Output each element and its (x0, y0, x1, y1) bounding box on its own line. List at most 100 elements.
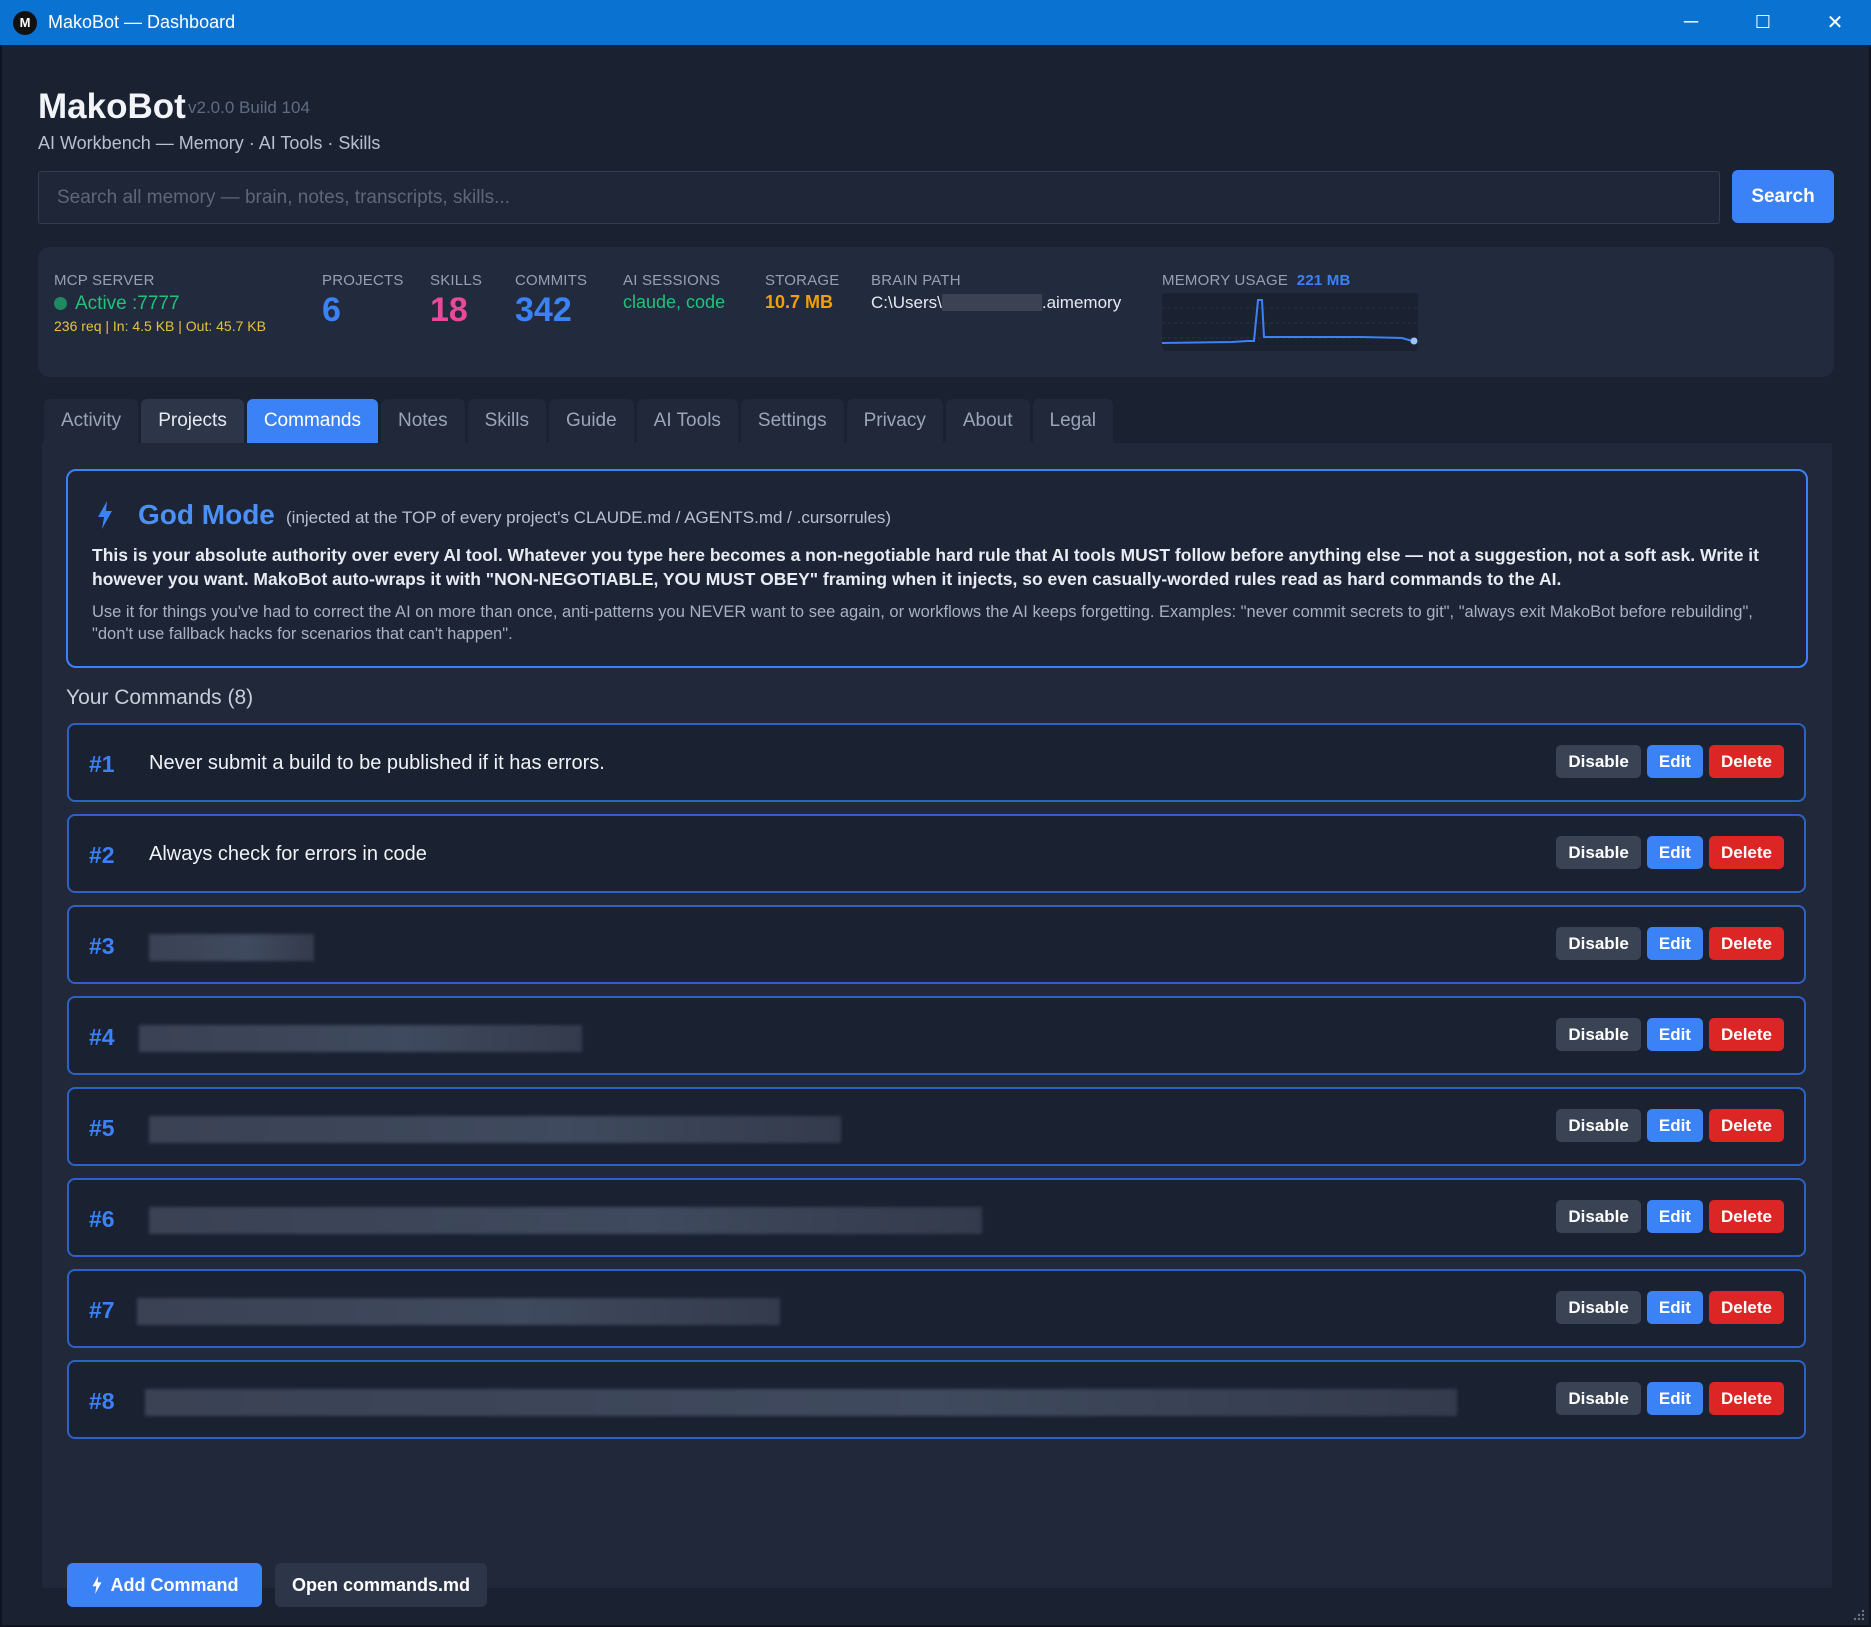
commands-panel: God Mode (injected at the TOP of every p… (42, 443, 1832, 1607)
delete-button[interactable]: Delete (1708, 745, 1784, 778)
command-text: Never submit a build to be published if … (149, 752, 605, 774)
redacted-command-text (139, 1025, 582, 1052)
command-actions: Disable Edit Delete (1556, 1200, 1784, 1233)
disable-button[interactable]: Disable (1556, 1109, 1641, 1142)
tab-about[interactable]: About (945, 399, 1030, 443)
disable-button[interactable]: Disable (1556, 1291, 1641, 1324)
app-name: MakoBot (38, 87, 186, 126)
delete-button[interactable]: Delete (1708, 1109, 1784, 1142)
command-actions: Disable Edit Delete (1556, 927, 1784, 960)
stat-label: SKILLS (430, 272, 483, 289)
brain-path-suffix: .aimemory (1041, 293, 1122, 312)
stat-value: 6 (322, 291, 341, 329)
redacted-text (941, 294, 1042, 311)
stat-label: STORAGE (765, 272, 840, 289)
edit-button[interactable]: Edit (1646, 1291, 1703, 1324)
stat-ai-sessions: AI SESSIONS claude, code (623, 272, 725, 313)
tab-activity[interactable]: Activity (44, 399, 139, 443)
add-command-label: Add Command (110, 1574, 239, 1595)
window-controls: ─ ☐ ✕ (1655, 0, 1871, 45)
command-row: #8 Disable Edit Delete (67, 1360, 1806, 1439)
edit-button[interactable]: Edit (1646, 745, 1703, 778)
tab-projects[interactable]: Projects (141, 399, 244, 443)
stat-label: AI SESSIONS (623, 272, 721, 289)
god-mode-title: God Mode (138, 499, 275, 530)
bolt-icon (92, 1576, 101, 1594)
command-row: #2 Always check for errors in code Disabl… (67, 814, 1806, 893)
search-button[interactable]: Search (1732, 170, 1834, 223)
redacted-command-text (149, 934, 314, 961)
edit-button[interactable]: Edit (1646, 1382, 1703, 1415)
stat-label: MCP SERVER (54, 272, 155, 289)
open-commands-md-button[interactable]: Open commands.md (275, 1563, 487, 1607)
window-titlebar: M MakoBot — Dashboard ─ ☐ ✕ (0, 0, 1871, 45)
disable-button[interactable]: Disable (1556, 1200, 1641, 1233)
command-actions: Disable Edit Delete (1556, 745, 1784, 778)
tab-legal[interactable]: Legal (1032, 399, 1114, 443)
edit-button[interactable]: Edit (1646, 1200, 1703, 1233)
redacted-command-text (149, 1207, 982, 1234)
edit-button[interactable]: Edit (1646, 1018, 1703, 1051)
command-row: #6 Disable Edit Delete (67, 1178, 1806, 1257)
brain-path-value: C:\Users\ .aimemory (871, 293, 1121, 313)
command-number: #4 (89, 1024, 115, 1050)
app-version: v2.0.0 Build 104 (188, 98, 310, 117)
god-mode-note: (injected at the TOP of every project's … (286, 508, 892, 527)
stat-label: BRAIN PATH (871, 272, 961, 289)
minimize-button[interactable]: ─ (1655, 0, 1727, 45)
tab-settings[interactable]: Settings (740, 399, 844, 443)
tab-notes[interactable]: Notes (380, 399, 465, 443)
search-input[interactable] (38, 171, 1720, 224)
delete-button[interactable]: Delete (1708, 1291, 1784, 1324)
window-title: MakoBot — Dashboard (48, 12, 236, 32)
god-mode-card: God Mode (injected at the TOP of every p… (66, 469, 1808, 668)
stat-value: 10.7 MB (765, 292, 834, 312)
tab-guide[interactable]: Guide (548, 399, 634, 443)
edit-button[interactable]: Edit (1646, 1109, 1703, 1142)
tab-bar: Activity Projects Commands Notes Skills … (44, 399, 1114, 443)
stat-brain-path: BRAIN PATH C:\Users\ .aimemory (871, 272, 1121, 313)
stat-label: PROJECTS (322, 272, 404, 289)
tab-ai-tools[interactable]: AI Tools (636, 399, 738, 443)
disable-button[interactable]: Disable (1556, 745, 1641, 778)
tab-privacy[interactable]: Privacy (846, 399, 943, 443)
edit-button[interactable]: Edit (1646, 836, 1703, 869)
command-actions: Disable Edit Delete (1556, 836, 1784, 869)
delete-button[interactable]: Delete (1708, 1382, 1784, 1415)
stat-value: 342 (515, 291, 572, 329)
disable-button[interactable]: Disable (1556, 1018, 1641, 1051)
command-row: #7 Disable Edit Delete (67, 1269, 1806, 1348)
add-command-button[interactable]: Add Command (67, 1563, 262, 1607)
stats-panel: MCP SERVER Active :7777 236 req | In: 4.… (38, 247, 1834, 377)
command-number: #1 (89, 751, 115, 777)
sparkline-endpoint (1410, 337, 1418, 345)
memory-value: 221 MB (1296, 272, 1351, 289)
redacted-command-text (137, 1298, 780, 1325)
disable-button[interactable]: Disable (1556, 927, 1641, 960)
stat-label: MEMORY USAGE 221 MB (1162, 272, 1351, 289)
stat-memory-usage: MEMORY USAGE 221 MB (1162, 272, 1351, 289)
edit-button[interactable]: Edit (1646, 927, 1703, 960)
resize-grip-icon[interactable] (1851, 1607, 1865, 1621)
tab-skills[interactable]: Skills (467, 399, 546, 443)
mcp-status-text: Active :7777 (75, 293, 180, 314)
command-row: #4 Disable Edit Delete (67, 996, 1806, 1075)
delete-button[interactable]: Delete (1708, 1200, 1784, 1233)
command-number: #5 (89, 1115, 115, 1141)
command-row: #3 Disable Edit Delete (67, 905, 1806, 984)
app-frame: MakoBot v2.0.0 Build 104 AI Workbench — … (2, 45, 1869, 1625)
command-row: #5 Disable Edit Delete (67, 1087, 1806, 1166)
maximize-button[interactable]: ☐ (1727, 0, 1799, 45)
memory-usage-sparkline (1162, 293, 1418, 351)
delete-button[interactable]: Delete (1708, 1018, 1784, 1051)
tab-commands[interactable]: Commands (246, 399, 378, 443)
command-number: #8 (89, 1388, 115, 1414)
close-button[interactable]: ✕ (1799, 0, 1871, 45)
delete-button[interactable]: Delete (1708, 927, 1784, 960)
disable-button[interactable]: Disable (1556, 836, 1641, 869)
command-actions: Disable Edit Delete (1556, 1109, 1784, 1142)
command-actions: Disable Edit Delete (1556, 1382, 1784, 1415)
commands-heading: Your Commands (8) (66, 686, 254, 709)
disable-button[interactable]: Disable (1556, 1382, 1641, 1415)
delete-button[interactable]: Delete (1708, 836, 1784, 869)
